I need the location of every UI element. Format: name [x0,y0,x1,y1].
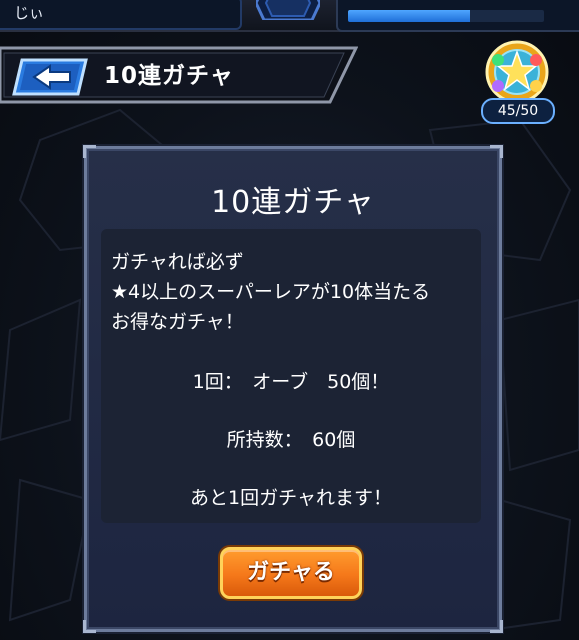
stamina-bar [348,10,544,22]
orb-counter[interactable]: 45/50 [478,40,556,126]
gacha-button[interactable]: ガチャる [220,547,362,599]
info-panel: ガチャれば必ず ★4以上のスーパーレアが10体当たる お得なガチャ！ 1回： オ… [101,229,481,523]
player-name: じぃ [14,4,45,22]
description-line: お得なガチャ！ [111,311,244,333]
description-line: ★4以上のスーパーレアが10体当たる [111,281,431,303]
owned-count-line: 所持数： 60個 [226,429,356,451]
gacha-dialog: 10連ガチャ ガチャれば必ず ★4以上のスーパーレアが10体当たる お得なガチャ… [83,145,503,633]
dialog-corner [83,620,96,633]
top-status-bar: じぃ [0,0,579,32]
orb-count: 45/50 [481,98,555,124]
cost-line: 1回： オーブ 50個！ [192,371,390,393]
dialog-title: 10連ガチャ [211,185,375,220]
dialog-corner [490,145,503,158]
stamina-box [336,0,579,32]
description-line: ガチャれば必ず [111,251,244,273]
stamina-bar-fill [348,10,470,22]
dialog-corner [83,145,96,158]
dialog-corner [490,620,503,633]
orb-icon [485,40,549,104]
gacha-button-label: ガチャる [247,560,335,585]
player-name-box: じぃ [0,0,242,30]
remaining-line: あと1回ガチャれます！ [190,487,392,509]
page-title: 10連ガチャ [104,63,234,89]
back-button[interactable] [12,58,88,96]
rank-emblem-icon [256,0,320,20]
